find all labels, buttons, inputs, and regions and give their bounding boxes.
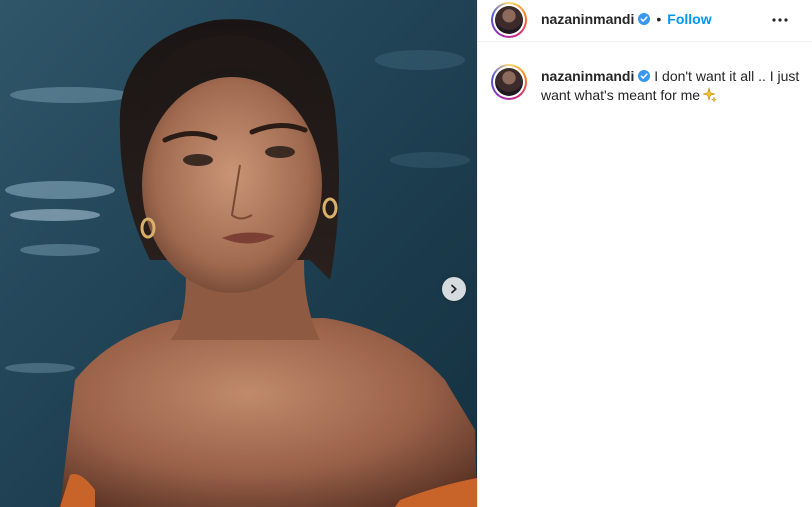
username-link[interactable]: nazaninmandi xyxy=(541,11,634,27)
more-options-icon xyxy=(772,18,788,22)
caption-avatar-image xyxy=(495,68,523,96)
more-options-button[interactable] xyxy=(768,8,792,32)
username-row: nazaninmandi • Follow xyxy=(541,11,712,27)
post-sidebar: nazaninmandi • Follow nazaninmandi I don't… xyxy=(477,0,812,507)
caption-username-link[interactable]: nazaninmandi xyxy=(541,68,634,84)
next-photo-button[interactable] xyxy=(442,277,466,301)
avatar-frame xyxy=(493,4,525,36)
avatar[interactable] xyxy=(491,2,527,38)
caption-avatar-frame xyxy=(493,66,525,98)
verified-badge-icon xyxy=(638,13,651,25)
post-media[interactable] xyxy=(0,0,477,507)
follow-button[interactable]: Follow xyxy=(667,11,711,27)
sparkles-emoji-icon xyxy=(703,87,718,103)
verified-badge-icon xyxy=(638,70,651,82)
avatar-image xyxy=(495,6,523,34)
separator-dot: • xyxy=(656,11,662,27)
post-photo xyxy=(0,0,477,507)
caption-avatar[interactable] xyxy=(491,64,527,100)
chevron-right-icon xyxy=(451,284,457,294)
post-header: nazaninmandi • Follow xyxy=(478,0,812,42)
caption-text-block: nazaninmandi I don't want it all .. I ju… xyxy=(541,67,803,105)
